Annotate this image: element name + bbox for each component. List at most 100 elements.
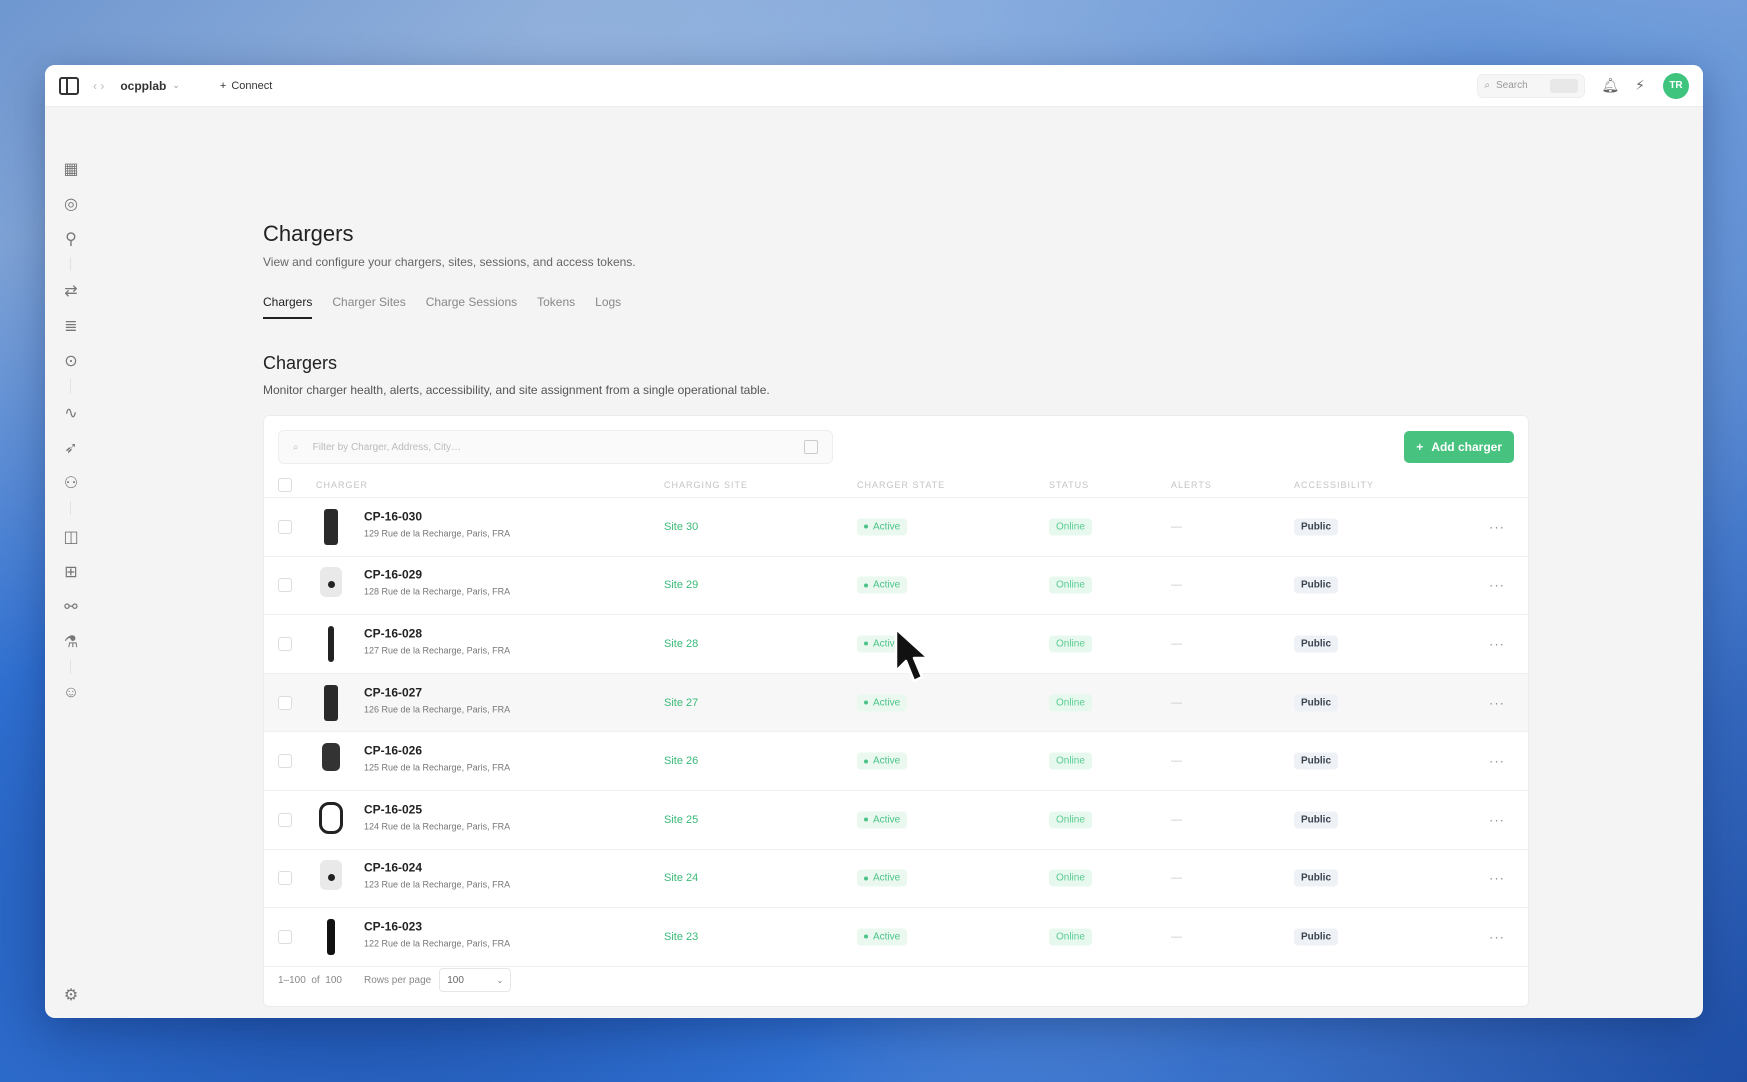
connect-label: Connect (231, 79, 273, 92)
main-content: Chargers View and configure your charger… (263, 107, 1703, 1018)
connect-button[interactable]: + Connect (220, 80, 272, 92)
charging-site-link[interactable]: Site 30 (664, 521, 698, 533)
charger-thumbnail (320, 860, 342, 896)
bell-icon[interactable]: 🔔︎ (1601, 77, 1619, 94)
users-icon[interactable]: ☺ (61, 683, 81, 703)
tab-logs[interactable]: Logs (595, 295, 621, 319)
global-search[interactable]: ⌕ Search (1477, 73, 1586, 98)
more-actions-icon[interactable]: ··· (1489, 519, 1505, 534)
column-header-state[interactable]: CHARGER STATE (857, 480, 945, 490)
add-charger-label: Add charger (1431, 440, 1502, 454)
charger-id[interactable]: CP-16-028 (364, 627, 510, 641)
charger-thumbnail (322, 743, 340, 779)
tab-chargers[interactable]: Chargers (263, 295, 313, 319)
more-actions-icon[interactable]: ··· (1489, 636, 1505, 651)
settings-icon[interactable]: ⚙ (61, 985, 81, 1005)
route-icon[interactable]: ⚲ (61, 229, 81, 249)
charger-id[interactable]: CP-16-027 (364, 685, 510, 699)
page-title: Chargers (263, 221, 354, 246)
table-header: CHARGER CHARGING SITE CHARGER STATE STAT… (264, 472, 1528, 498)
more-actions-icon[interactable]: ··· (1489, 929, 1505, 944)
row-checkbox[interactable] (278, 578, 292, 593)
transfer-icon[interactable]: ⇄ (61, 281, 81, 301)
row-checkbox[interactable] (278, 871, 292, 886)
tab-charge-sessions[interactable]: Charge Sessions (426, 295, 517, 319)
charging-site-link[interactable]: Site 26 (664, 755, 698, 767)
row-checkbox[interactable] (278, 636, 292, 651)
avatar[interactable]: TR (1663, 72, 1689, 99)
sidebar-toggle-icon[interactable] (59, 76, 79, 95)
charger-thumbnail (324, 625, 338, 662)
more-actions-icon[interactable]: ··· (1489, 754, 1505, 769)
filter-input[interactable]: ⌕ Filter by Charger, Address, City… (278, 430, 833, 464)
alerts-value: — (1171, 520, 1182, 533)
database-icon[interactable]: ≣ (61, 316, 81, 336)
back-forward-icon[interactable]: ‹ › (93, 79, 104, 93)
charging-site-link[interactable]: Site 24 (664, 872, 698, 884)
more-actions-icon[interactable]: ··· (1489, 812, 1505, 827)
charger-state-label: Active (873, 755, 901, 767)
charger-cell: CP-16-024 123 Rue de la Recharge, Paris,… (364, 861, 510, 890)
charging-site-link[interactable]: Site 28 (664, 638, 698, 650)
network-icon[interactable]: ⚇ (61, 473, 81, 493)
column-header-status[interactable]: STATUS (1049, 480, 1089, 490)
more-actions-icon[interactable]: ··· (1489, 695, 1505, 710)
column-header-accessibility[interactable]: ACCESSIBILITY (1294, 480, 1374, 490)
divider (70, 660, 71, 674)
search-placeholder: Search (1495, 80, 1528, 91)
filter-options-icon[interactable] (804, 440, 818, 454)
more-actions-icon[interactable]: ··· (1489, 871, 1505, 886)
row-checkbox[interactable] (278, 929, 292, 944)
table-row[interactable]: CP-16-029 128 Rue de la Recharge, Paris,… (264, 557, 1528, 616)
flask-icon[interactable]: ⚗ (61, 632, 81, 652)
map-pin-icon[interactable]: ◎ (61, 194, 81, 214)
charging-site-link[interactable]: Site 29 (664, 579, 698, 591)
row-checkbox[interactable] (278, 812, 292, 827)
column-header-alerts[interactable]: ALERTS (1171, 480, 1212, 490)
charger-address: 122 Rue de la Recharge, Paris, FRA (364, 938, 511, 949)
tab-tokens[interactable]: Tokens (537, 295, 575, 319)
activity-feed-icon[interactable]: ⚡︎ (1635, 77, 1645, 94)
charging-site-link[interactable]: Site 25 (664, 814, 698, 826)
add-charger-button[interactable]: + Add charger (1404, 431, 1514, 463)
location-icon[interactable]: ⊙ (61, 351, 81, 371)
grid-icon[interactable]: ▦ (61, 159, 81, 179)
more-actions-icon[interactable]: ··· (1489, 578, 1505, 593)
chevron-down-icon[interactable]: ⌄ (172, 80, 180, 91)
status-badge: Online (1049, 811, 1092, 829)
charger-address: 126 Rue de la Recharge, Paris, FRA (364, 704, 511, 715)
layers-icon[interactable]: ◫ (61, 527, 81, 547)
table-row[interactable]: CP-16-025 124 Rue de la Recharge, Paris,… (264, 791, 1528, 850)
row-checkbox[interactable] (278, 519, 292, 534)
accessibility-badge: Public (1294, 694, 1339, 712)
integration-icon[interactable]: ⚯ (61, 597, 81, 617)
select-all-checkbox[interactable] (278, 477, 292, 492)
plus-icon: + (1416, 440, 1424, 454)
activity-icon[interactable]: ∿ (61, 403, 81, 423)
charging-site-link[interactable]: Site 23 (664, 931, 698, 943)
charger-state-label: Active (873, 579, 901, 591)
charger-id[interactable]: CP-16-030 (364, 509, 510, 523)
row-checkbox[interactable] (278, 695, 292, 710)
charger-id[interactable]: CP-16-025 (364, 802, 510, 816)
rocket-icon[interactable]: ➶ (61, 438, 81, 458)
charger-state-badge: Active (857, 869, 908, 887)
charger-cell: CP-16-028 127 Rue de la Recharge, Paris,… (364, 627, 510, 656)
column-header-charger[interactable]: CHARGER (316, 480, 368, 490)
charger-id[interactable]: CP-16-026 (364, 744, 510, 758)
table-row[interactable]: CP-16-026 125 Rue de la Recharge, Paris,… (264, 732, 1528, 791)
charger-id[interactable]: CP-16-023 (364, 920, 510, 934)
org-switcher[interactable]: ocpplab (120, 79, 166, 93)
tab-charger-sites[interactable]: Charger Sites (332, 295, 405, 319)
rows-per-page-select[interactable]: 100 ⌄ (439, 968, 512, 992)
charger-id[interactable]: CP-16-024 (364, 861, 510, 875)
charger-id[interactable]: CP-16-029 (364, 568, 510, 582)
charger-cell: CP-16-027 126 Rue de la Recharge, Paris,… (364, 685, 510, 714)
row-checkbox[interactable] (278, 754, 292, 769)
table-row[interactable]: CP-16-023 122 Rue de la Recharge, Paris,… (264, 908, 1528, 967)
table-row[interactable]: CP-16-024 123 Rue de la Recharge, Paris,… (264, 850, 1528, 909)
charging-site-link[interactable]: Site 27 (664, 697, 698, 709)
widgets-icon[interactable]: ⊞ (61, 562, 81, 582)
table-row[interactable]: CP-16-030 129 Rue de la Recharge, Paris,… (264, 498, 1528, 557)
column-header-site[interactable]: CHARGING SITE (664, 480, 748, 490)
